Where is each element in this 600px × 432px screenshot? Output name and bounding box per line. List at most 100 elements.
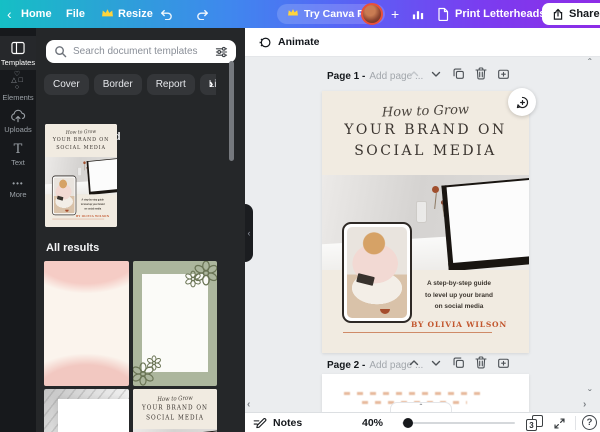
redo-icon <box>196 9 209 20</box>
flower-art-icon <box>145 354 163 372</box>
redo-button[interactable] <box>196 0 209 28</box>
scroll-up-icon[interactable]: ˆ <box>588 59 591 69</box>
expand-icon <box>553 417 566 430</box>
duplicate-page-icon[interactable] <box>452 356 465 374</box>
zoom-slider-handle[interactable] <box>403 418 413 428</box>
design-title-line2: SOCIAL MEDIA <box>45 144 117 151</box>
editor-canvas: Animate Page 1 - Add page ... How to Gro… <box>245 28 600 432</box>
template-thumbnail-pink-watercolor[interactable] <box>44 261 129 386</box>
page1-canvas[interactable]: How to Grow YOUR BRAND ON SOCIAL MEDIA A… <box>322 91 529 353</box>
crown-icon <box>287 8 299 20</box>
filter-pill-report[interactable]: Report <box>147 74 195 95</box>
animate-button[interactable]: Animate <box>258 36 319 49</box>
design-title-line2[interactable]: SOCIAL MEDIA <box>322 142 529 161</box>
bottom-bar-collapse-tab[interactable]: ˆ <box>390 402 452 412</box>
flower-art-icon <box>183 269 203 289</box>
panel-scrollbar[interactable] <box>229 61 234 161</box>
vase-decor <box>416 201 427 223</box>
recent-template-thumbnail[interactable]: How to Grow YOUR BRAND ON SOCIAL MEDIA A… <box>45 124 117 227</box>
canva-editor: ‹ Home File Resize Try Canva Pro + Print… <box>0 0 600 432</box>
share-button[interactable]: Share <box>542 3 600 25</box>
add-page-icon[interactable] <box>497 356 510 374</box>
delete-page-icon[interactable] <box>475 356 487 374</box>
sidebar-item-elements[interactable]: ♡△□○ Elements <box>0 70 36 104</box>
file-button[interactable]: File <box>66 0 85 28</box>
pills-scroll-right-icon[interactable]: › <box>209 76 213 91</box>
filter-pill-cover[interactable]: Cover <box>44 74 89 95</box>
design-script-title[interactable]: How to Grow <box>322 100 529 122</box>
design-photo-card[interactable] <box>342 222 412 323</box>
comment-plus-icon <box>515 95 530 110</box>
filter-pill-border[interactable]: Border <box>94 74 142 95</box>
design-divider-line <box>343 332 492 333</box>
document-icon <box>437 7 449 21</box>
sidebar-item-text[interactable]: T Text <box>0 138 36 172</box>
template-thumbnail-green-floral[interactable] <box>133 261 217 386</box>
scroll-right-icon[interactable]: › <box>583 400 586 410</box>
help-button[interactable]: ? <box>582 415 597 430</box>
flower-decor <box>432 186 439 193</box>
move-page-up-icon[interactable] <box>408 67 420 85</box>
elements-icon: ♡△□○ <box>11 72 26 92</box>
undo-button[interactable] <box>160 0 173 28</box>
context-toolbar: Animate <box>245 28 600 57</box>
template-thumbnail-marble[interactable] <box>44 389 129 432</box>
scroll-left-icon[interactable]: ‹ <box>247 400 250 410</box>
print-letterheads-button[interactable]: Print Letterheads <box>437 0 545 28</box>
search-input[interactable] <box>73 46 209 57</box>
upload-cloud-icon <box>10 109 26 123</box>
add-member-button[interactable]: + <box>391 0 399 28</box>
page-count-button[interactable]: 3 <box>526 415 543 431</box>
move-page-down-icon[interactable] <box>430 67 442 85</box>
search-box[interactable] <box>46 40 236 63</box>
notes-pencil-icon <box>253 417 267 429</box>
design-byline[interactable]: BY OLIVIA WILSON <box>399 319 519 331</box>
sidebar-item-more[interactable]: ••• More <box>0 172 36 206</box>
insights-button[interactable] <box>411 0 425 28</box>
notes-button[interactable]: Notes <box>253 413 302 432</box>
animate-icon <box>258 36 271 49</box>
resize-button[interactable]: Resize <box>101 0 153 28</box>
sidebar-item-uploads[interactable]: Uploads <box>0 104 36 138</box>
template-thumbnail-brand-cover[interactable]: How to Grow YOUR BRAND ON SOCIAL MEDIA A… <box>133 389 217 432</box>
move-page-down-icon[interactable] <box>430 356 442 374</box>
search-icon <box>54 45 67 58</box>
share-icon <box>552 8 564 21</box>
design-title-line1[interactable]: YOUR BRAND ON <box>322 121 529 140</box>
sidebar-rail: Templates ♡△□○ Elements Uploads T Text •… <box>0 28 36 432</box>
design-title-line1: YOUR BRAND ON <box>45 136 117 143</box>
scroll-down-icon[interactable]: ˇ <box>588 390 591 400</box>
filter-pill-list[interactable]: List <box>200 74 216 95</box>
text-icon: T <box>14 144 23 156</box>
add-page-icon[interactable] <box>497 67 510 85</box>
delete-page-icon[interactable] <box>475 67 487 85</box>
home-button[interactable]: Home <box>21 0 52 28</box>
monitor-decor <box>441 177 529 270</box>
sidebar-item-templates[interactable]: Templates <box>0 36 36 70</box>
fullscreen-button[interactable] <box>553 413 566 432</box>
panel-collapse-tab[interactable]: ‹ <box>245 204 253 262</box>
filter-pills: Cover Border Report List Mer <box>44 74 216 95</box>
undo-icon <box>160 9 173 20</box>
divider <box>575 416 576 430</box>
filter-sliders-icon[interactable] <box>215 46 228 58</box>
page2-controls <box>408 357 510 373</box>
zoom-value: 40% <box>362 413 383 432</box>
avatar[interactable] <box>361 3 383 25</box>
bottom-bar: Notes 40% 3 ? <box>245 412 600 432</box>
templates-icon <box>10 40 26 56</box>
design-byline: BY OLIVIA WILSON <box>72 214 114 219</box>
crown-icon <box>101 8 114 21</box>
templates-panel: Cover Border Report List Mer › Recently … <box>36 28 245 432</box>
top-bar: ‹ Home File Resize Try Canva Pro + Print… <box>0 0 600 28</box>
bar-chart-icon <box>411 7 425 21</box>
more-dots-icon: ••• <box>12 180 23 188</box>
add-comment-button[interactable] <box>508 88 536 116</box>
all-results-heading: All results <box>46 242 99 254</box>
design-body-text[interactable]: A step-by-step guide to level up your br… <box>399 278 519 330</box>
move-page-up-icon[interactable] <box>408 356 420 374</box>
zoom-slider-track[interactable] <box>402 422 515 424</box>
page1-controls <box>408 68 510 84</box>
duplicate-page-icon[interactable] <box>452 67 465 85</box>
back-chevron-icon[interactable]: ‹ <box>7 0 12 28</box>
